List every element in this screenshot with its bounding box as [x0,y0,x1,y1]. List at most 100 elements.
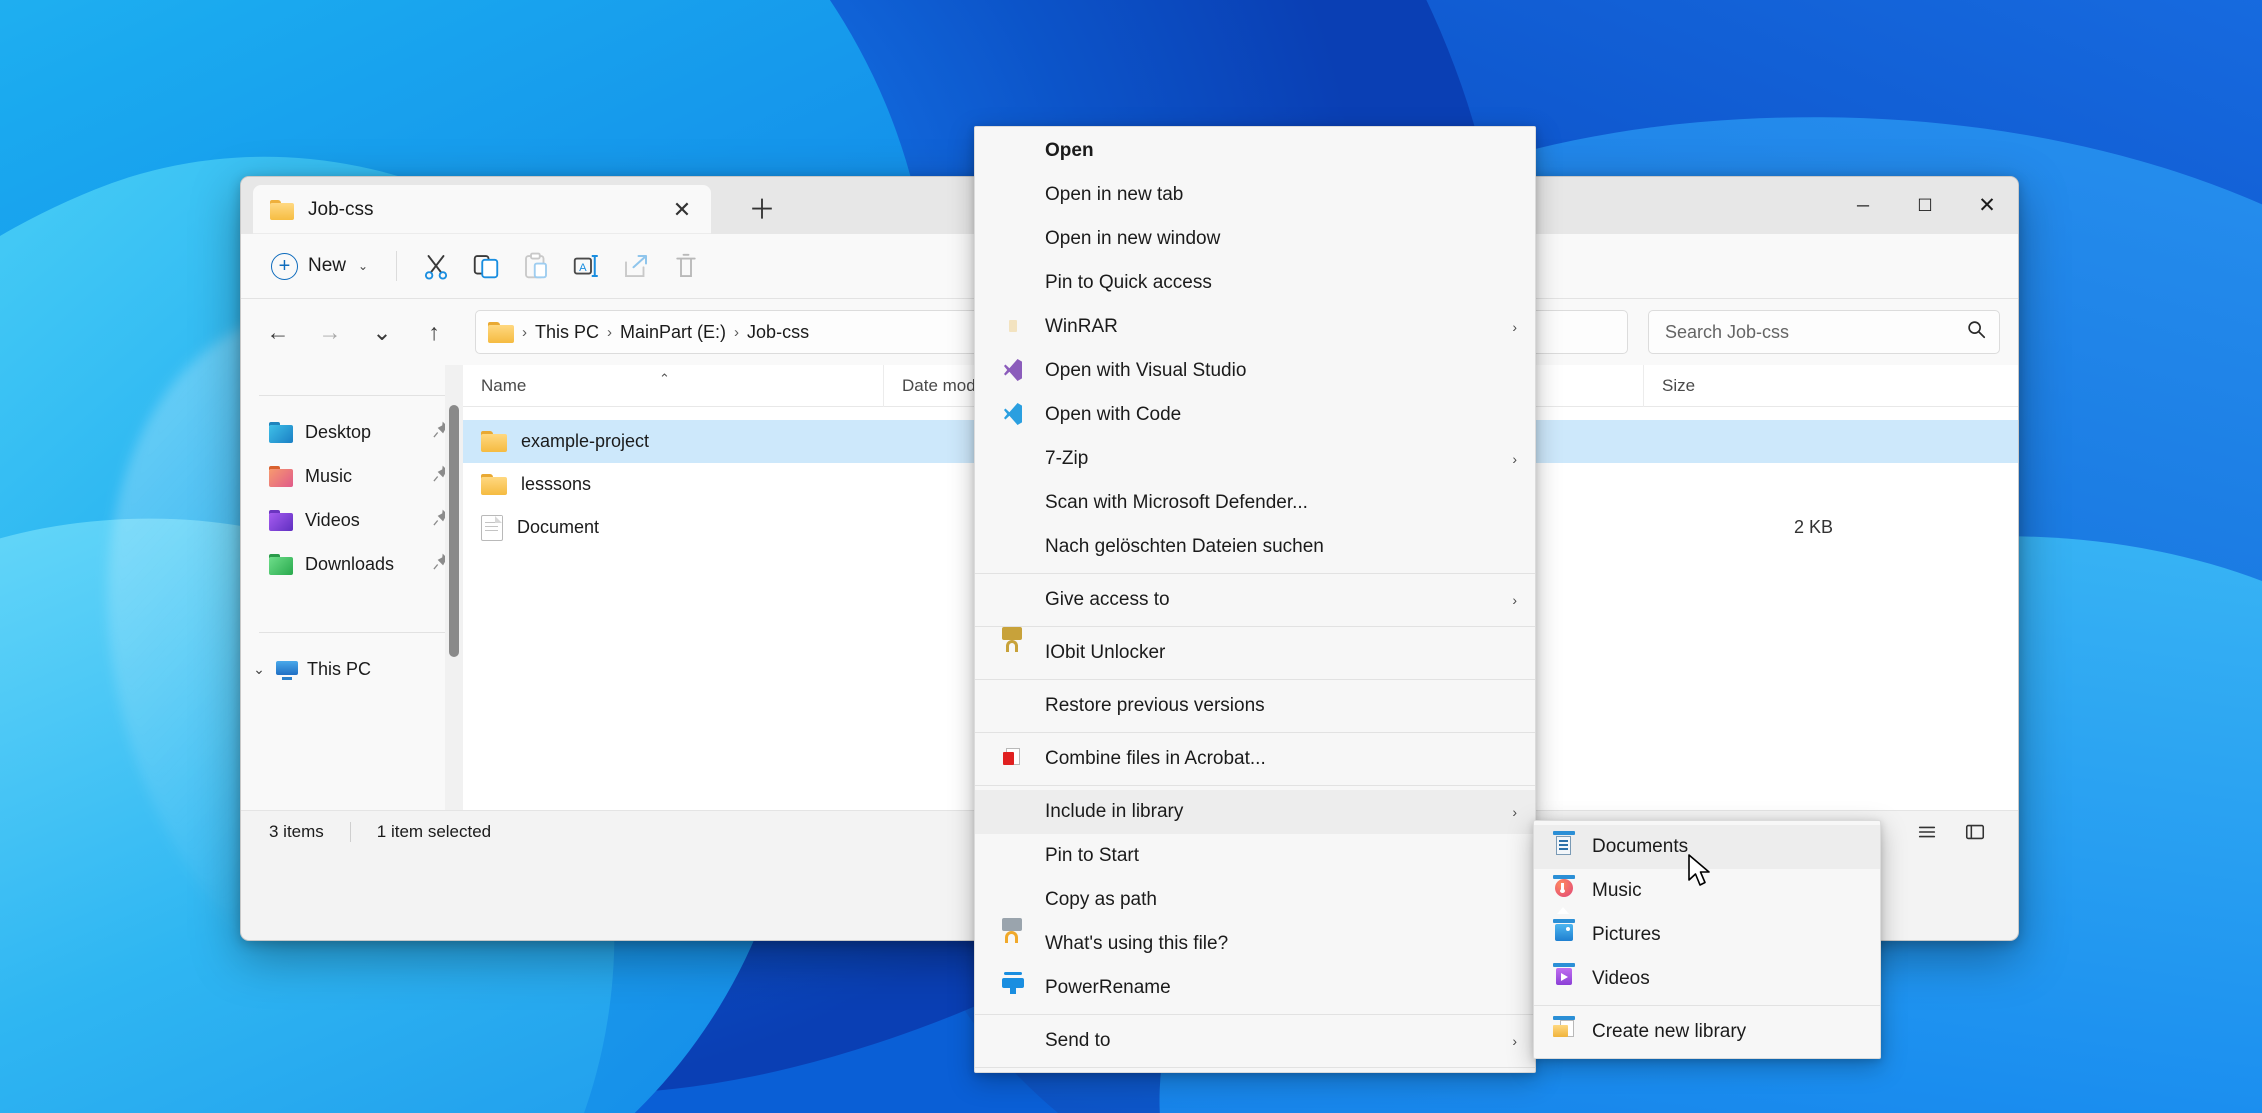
menu-item-powerrename[interactable]: PowerRename [975,966,1535,1010]
paste-button[interactable] [511,245,561,287]
menu-item-label: WinRAR [1045,316,1118,337]
menu-item-label: IObit Unlocker [1045,642,1166,663]
sidebar-item-music[interactable]: Music [241,454,463,498]
breadcrumb-item-mainpart[interactable]: MainPart (E:) [620,322,726,343]
breadcrumb-item-job-css[interactable]: Job-css [747,322,809,343]
breadcrumb-separator: › [607,323,613,341]
cut-button[interactable] [411,245,461,287]
sidebar-item-this-pc[interactable]: ⌄ This PC [241,647,463,691]
menu-item-icon-placeholder [1001,138,1027,164]
item-count-label: 3 items [269,821,324,841]
share-button[interactable] [611,245,661,287]
menu-item-label: 7-Zip [1045,448,1089,469]
submenu-item-create-new-library[interactable]: Create new library [1534,1010,1880,1054]
menu-item-open-in-new-window[interactable]: Open in new window [975,217,1535,261]
menu-item-give-access-to[interactable]: Give access to › [975,578,1535,622]
tab-job-css[interactable]: Job-css ✕ [253,185,711,234]
file-name-label: example-project [521,431,650,451]
menu-item-restore-previous-versions[interactable]: Restore previous versions [975,684,1535,728]
mouse-cursor [1687,853,1713,891]
menu-item-icon-placeholder [1001,270,1027,296]
menu-item-include-in-library[interactable]: Include in library › [975,790,1535,834]
breadcrumb-item-this-pc[interactable]: This PC [535,322,599,343]
menu-item-label: Include in library [1045,801,1184,822]
menu-item-icon-placeholder [1001,534,1027,560]
menu-item-open[interactable]: Open [975,129,1535,173]
menu-item-label: PowerRename [1045,977,1171,998]
new-tab-button[interactable]: ＋ [741,189,783,225]
file-name-label: Document [517,517,600,537]
iobit-lock-icon [1001,627,1027,666]
close-tab-button[interactable]: ✕ [667,195,697,225]
copy-button[interactable] [461,245,511,287]
sidebar-item-downloads[interactable]: Downloads [241,542,463,586]
menu-item-icon-placeholder [1001,799,1027,825]
submenu-item-label: Create new library [1592,1021,1747,1042]
folder-icon [488,321,514,343]
close-window-button[interactable]: ✕ [1956,177,2018,234]
file-name-cell: lesssons [463,463,883,506]
menu-item-scan-with-defender[interactable]: Scan with Microsoft Defender... [975,481,1535,525]
menu-item-7-zip[interactable]: 7-Zip › [975,437,1535,481]
menu-item-label: Give access to [1045,589,1170,610]
rename-icon: A [573,255,598,277]
menu-item-label: Pin to Start [1045,845,1139,866]
menu-item-icon-placeholder [1001,693,1027,719]
delete-button[interactable] [661,245,711,287]
sidebar-item-videos[interactable]: Videos [241,498,463,542]
minimize-button[interactable]: ─ [1832,177,1894,234]
back-button[interactable]: ← [255,311,301,353]
maximize-button[interactable]: ☐ [1894,177,1956,234]
file-name-cell: Document [463,506,883,549]
menu-item-open-with-code[interactable]: Open with Code [975,393,1535,437]
menu-item-label: Open with Code [1045,404,1182,425]
menu-item-pin-to-quick-access[interactable]: Pin to Quick access [975,261,1535,305]
new-button-label: New [308,255,347,276]
menu-separator [975,573,1535,574]
menu-separator [975,785,1535,786]
menu-item-whats-using-this-file[interactable]: What's using this file? [975,918,1535,966]
menu-item-nach-geloeschten-dateien-suchen[interactable]: Nach gelöschten Dateien suchen [975,525,1535,569]
menu-item-open-in-new-tab[interactable]: Open in new tab [975,173,1535,217]
rename-button[interactable]: A [561,245,611,287]
column-header-name[interactable]: Name ⌃ [463,365,883,407]
menu-item-label: Copy as path [1045,889,1157,910]
menu-item-combine-files-in-acrobat[interactable]: Combine files in Acrobat... [975,737,1535,781]
menu-item-pin-to-start[interactable]: Pin to Start [975,834,1535,878]
submenu-item-label: Music [1592,880,1642,901]
chevron-down-icon[interactable]: ⌄ [251,661,267,678]
sidebar-item-label: This PC [307,658,372,679]
menu-item-label: Restore previous versions [1045,695,1265,716]
sidebar-item-label: Downloads [305,553,395,574]
list-view-icon[interactable] [1910,817,1944,847]
menu-item-send-to[interactable]: Send to › [975,1019,1535,1063]
up-button[interactable]: ↑ [411,311,457,353]
chevron-right-icon: › [1512,592,1517,608]
details-view-icon[interactable] [1958,817,1992,847]
sidebar-scrollbar[interactable] [445,365,463,810]
menu-item-copy-as-path[interactable]: Copy as path [975,878,1535,922]
recent-locations-button[interactable]: ⌄ [359,311,405,353]
menu-item-winrar[interactable]: WinRAR › [975,305,1535,349]
submenu-item-videos[interactable]: Videos [1534,957,1880,1001]
menu-item-iobit-unlocker[interactable]: IObit Unlocker [975,627,1535,675]
new-button[interactable]: + New ⌄ [257,245,382,287]
forward-button[interactable]: → [307,311,353,353]
menu-item-icon-placeholder [1001,226,1027,252]
menu-item-open-with-visual-studio[interactable]: Open with Visual Studio [975,349,1535,393]
menu-separator [975,732,1535,733]
scrollbar-thumb[interactable] [449,405,459,657]
column-header-size[interactable]: Size [1643,364,1863,407]
search-input[interactable]: Search Job-css [1648,310,2000,354]
sidebar-item-label: Desktop [305,421,372,442]
cut-icon [425,255,448,280]
menu-separator [975,1067,1535,1068]
winrar-icon [1001,314,1027,340]
chevron-right-icon: › [1512,804,1517,820]
sidebar-item-desktop[interactable]: Desktop [241,410,463,454]
chevron-right-icon: › [1512,451,1517,467]
delete-icon [676,253,696,277]
plus-icon: + [271,252,298,280]
submenu-item-pictures[interactable]: Pictures [1534,907,1880,957]
paste-icon [525,252,548,279]
